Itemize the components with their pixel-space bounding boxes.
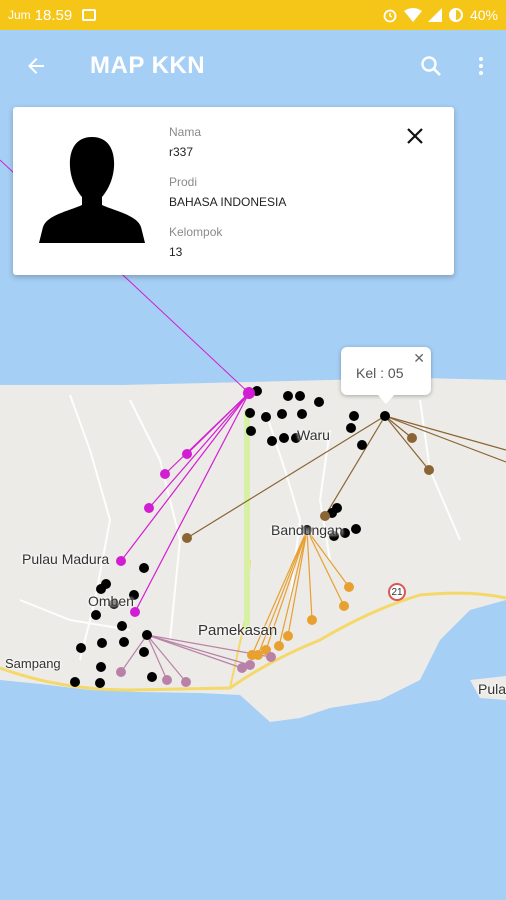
back-button[interactable] [0, 30, 72, 102]
search-button[interactable] [406, 30, 456, 102]
battery-icon [448, 8, 463, 22]
road-sign: 21 [388, 583, 406, 601]
page-title: MAP KKN [90, 52, 206, 79]
prodi-label: Prodi [169, 175, 198, 189]
battery-percent: 40% [469, 7, 498, 23]
map-label-sampang: Sampang [5, 656, 61, 671]
nama-label: Nama [169, 125, 202, 139]
prodi-value: BAHASA INDONESIA [169, 195, 287, 209]
info-window-close-icon[interactable]: ✕ [413, 350, 425, 367]
arrow-back-icon [28, 58, 44, 74]
avatar [39, 137, 145, 243]
map-label-pulau-madura: Pulau Madura [22, 551, 110, 567]
app-bar: MAP KKN [0, 30, 506, 102]
more-options-button[interactable] [456, 30, 506, 102]
status-bar: Jum 18.59 40% [0, 0, 506, 30]
map-label-bandungan: Bandungan [271, 522, 343, 538]
map-label-pamekasan: Pamekasan [198, 622, 278, 639]
nama-value: r337 [169, 145, 194, 159]
info-window-text: Kel : 05 [356, 365, 404, 381]
search-icon [421, 56, 441, 76]
alarm-icon [383, 9, 397, 23]
image-icon [82, 9, 97, 21]
signal-icon [427, 8, 442, 22]
map-label-pula: Pula [478, 681, 506, 697]
kelompok-value: 13 [169, 245, 183, 259]
status-carrier: Jum [8, 8, 31, 22]
student-info-card: Nama r337 Prodi BAHASA INDONESIA Kelompo… [13, 107, 454, 275]
card-close-button[interactable] [402, 123, 428, 149]
close-icon [407, 128, 423, 144]
map-label-omben: Omben [88, 593, 134, 609]
wifi-icon [403, 8, 422, 22]
kelompok-label: Kelompok [169, 225, 223, 239]
map-label-waru: Waru [297, 427, 330, 443]
status-time: 18.59 [34, 6, 73, 24]
marker-info-window[interactable]: Kel : 05 ✕ [341, 347, 431, 404]
more-vert-icon [479, 57, 483, 75]
